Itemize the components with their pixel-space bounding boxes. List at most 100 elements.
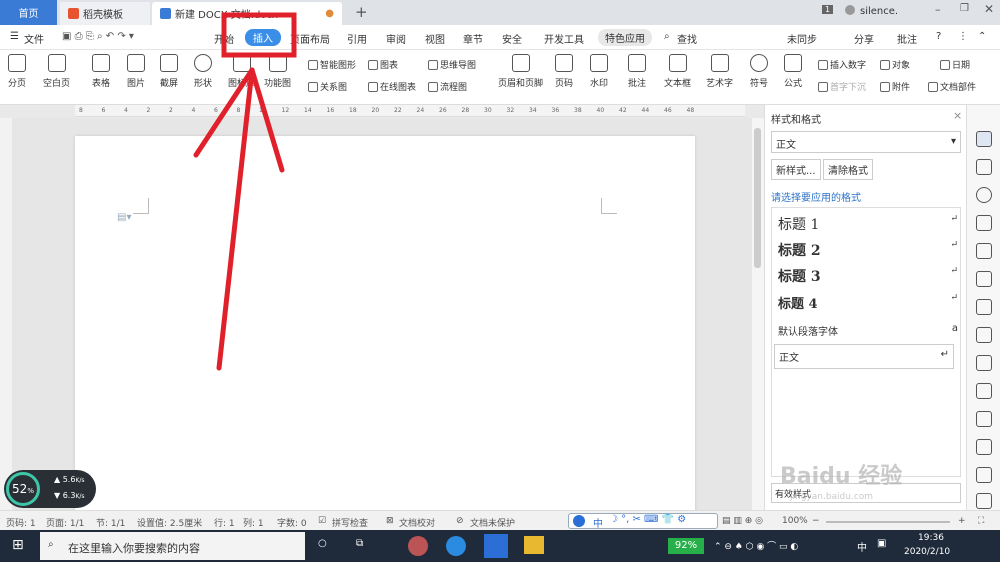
sliders-icon[interactable] bbox=[976, 355, 992, 371]
clear-format-button[interactable]: 清除格式 bbox=[823, 159, 873, 180]
translate-icon[interactable] bbox=[976, 467, 992, 483]
panel-close-icon[interactable]: × bbox=[953, 109, 962, 122]
document-page[interactable]: ▤▾ bbox=[75, 136, 695, 516]
tab-home[interactable]: 首页 bbox=[0, 0, 57, 25]
menu-security[interactable]: 安全 bbox=[502, 31, 522, 46]
menu-file[interactable]: 文件 bbox=[24, 31, 44, 46]
menu-start[interactable]: 开始 bbox=[214, 31, 234, 46]
collapse-icon[interactable]: ⌃ bbox=[978, 31, 986, 42]
menu-chapter[interactable]: 章节 bbox=[463, 31, 483, 46]
style-heading-4[interactable]: 标题 4 ↵ bbox=[778, 293, 958, 312]
paragraph-icon[interactable]: ▤▾ bbox=[117, 212, 131, 223]
share-network-icon[interactable] bbox=[976, 299, 992, 315]
ribbon-chart[interactable]: 图表 bbox=[368, 58, 398, 71]
style-body[interactable]: 正文 ↵ bbox=[774, 344, 954, 369]
browser-icon[interactable] bbox=[446, 536, 466, 556]
status-section[interactable]: 节: 1/1 bbox=[96, 516, 125, 529]
more-icon[interactable]: ⋮ bbox=[958, 31, 968, 42]
scrollbar-thumb[interactable] bbox=[754, 128, 761, 268]
ribbon-blank-page[interactable]: 空白页 bbox=[43, 54, 70, 89]
style-heading-3[interactable]: 标题 3 ↵ bbox=[778, 266, 958, 286]
ribbon-mindmap[interactable]: 思维导图 bbox=[428, 58, 476, 71]
ribbon-drop-cap[interactable]: 首字下沉 bbox=[818, 80, 866, 93]
ribbon-table[interactable]: 表格 bbox=[92, 54, 110, 89]
external-link-icon[interactable] bbox=[976, 439, 992, 455]
menu-comment[interactable]: 批注 bbox=[897, 31, 917, 46]
fullscreen-icon[interactable]: ⛶ bbox=[978, 516, 984, 526]
battery-indicator[interactable]: 92% bbox=[668, 538, 704, 554]
tray-ime-icon[interactable]: ▣ bbox=[877, 538, 886, 549]
picture-frame-icon[interactable] bbox=[976, 411, 992, 427]
search-icon[interactable]: ⌕ bbox=[664, 31, 670, 42]
ribbon-watermark[interactable]: 水印 bbox=[590, 54, 608, 89]
zoom-in-icon[interactable]: + bbox=[958, 516, 966, 526]
ribbon-function-chart[interactable]: 功能图 bbox=[264, 54, 291, 89]
status-words[interactable]: 字数: 0 bbox=[277, 516, 307, 529]
archive-icon[interactable] bbox=[976, 493, 992, 509]
file-explorer-icon[interactable] bbox=[524, 536, 544, 554]
status-page[interactable]: 页码: 1 bbox=[6, 516, 36, 529]
menu-reference[interactable]: 引用 bbox=[347, 31, 367, 46]
apps-icon[interactable] bbox=[976, 243, 992, 259]
zoom-out-icon[interactable]: − bbox=[812, 516, 820, 526]
ribbon-annotation[interactable]: 批注 bbox=[628, 54, 646, 89]
tab-document[interactable]: 新建 DOCX 文档.docx ● bbox=[152, 2, 342, 25]
ribbon-picture[interactable]: 图片 bbox=[127, 54, 145, 89]
hamburger-icon[interactable]: ☰ bbox=[10, 31, 19, 42]
status-col[interactable]: 列: 1 bbox=[243, 516, 264, 529]
ime-toolbar[interactable]: 中 ☽ °, ✂ ⌨ 👕 ⚙ bbox=[568, 513, 718, 530]
select-cursor-icon[interactable] bbox=[976, 159, 992, 175]
layers-icon[interactable] bbox=[976, 271, 992, 287]
style-heading-2[interactable]: 标题 2 ↵ bbox=[778, 240, 958, 260]
close-icon[interactable]: ✕ bbox=[984, 2, 994, 16]
status-proof[interactable]: 文档校对 bbox=[399, 516, 435, 529]
ribbon-date[interactable]: 日期 bbox=[940, 58, 970, 71]
ribbon-textbox[interactable]: 文本框 bbox=[664, 54, 691, 89]
status-setting[interactable]: 设置值: 2.5厘米 bbox=[137, 516, 202, 529]
ribbon-page-number[interactable]: 页码 bbox=[555, 54, 573, 89]
ribbon-symbol[interactable]: 符号 bbox=[750, 54, 768, 89]
ribbon-page-break[interactable]: 分页 bbox=[8, 54, 26, 89]
ribbon-object[interactable]: 对象 bbox=[880, 58, 910, 71]
tab-template[interactable]: 稻壳模板 bbox=[60, 2, 150, 25]
avatar[interactable] bbox=[845, 5, 855, 15]
quick-access-icons[interactable]: ▣ ⎙ ⎘ ⌕ ↶ ↷ ▾ bbox=[62, 31, 134, 42]
ribbon-insert-number[interactable]: 插入数字 bbox=[818, 58, 866, 71]
proof-icon[interactable]: ⊠ bbox=[386, 516, 394, 526]
protect-icon[interactable]: ⊘ bbox=[456, 516, 464, 526]
menu-share[interactable]: 分享 bbox=[854, 31, 874, 46]
minimize-icon[interactable]: – bbox=[935, 3, 941, 16]
new-style-button[interactable]: 新样式... bbox=[771, 159, 821, 180]
tray-lang[interactable]: 中 bbox=[857, 539, 867, 554]
windows-start-icon[interactable]: ⊞ bbox=[12, 537, 24, 553]
ribbon-wordart[interactable]: 艺术字 bbox=[706, 54, 733, 89]
ribbon-screenshot[interactable]: 截屏 bbox=[160, 54, 178, 89]
ribbon-icon-library[interactable]: 图标库 bbox=[228, 54, 255, 89]
ribbon-attachment[interactable]: 附件 bbox=[880, 80, 910, 93]
taskbar-search[interactable]: ⌕ 在这里输入你要搜索的内容 bbox=[40, 532, 305, 560]
status-protect[interactable]: 文档未保护 bbox=[470, 516, 515, 529]
wps-writer-icon[interactable] bbox=[484, 534, 508, 558]
horizontal-ruler[interactable]: 8 6 4 2 2 4 6 8 10 12 14 16 18 20 22 24 26 28 30 32 34 36 38 40… bbox=[75, 105, 745, 117]
menu-special[interactable]: 特色应用 bbox=[598, 29, 652, 46]
tray-date[interactable]: 2020/2/10 bbox=[904, 547, 950, 557]
vertical-ruler[interactable] bbox=[0, 118, 12, 510]
task-view-icon[interactable]: ⧉ bbox=[356, 538, 363, 549]
app-photo-icon[interactable] bbox=[408, 536, 428, 556]
help-icon[interactable]: ? bbox=[936, 31, 941, 42]
new-tab-button[interactable]: + bbox=[355, 3, 368, 21]
style-pen-icon[interactable] bbox=[976, 131, 992, 147]
ribbon-formula[interactable]: 公式 bbox=[784, 54, 802, 89]
menu-insert[interactable]: 插入 bbox=[245, 29, 281, 46]
maximize-icon[interactable]: ❐ bbox=[960, 3, 969, 14]
bar-chart-icon[interactable] bbox=[976, 327, 992, 343]
window-count-badge[interactable]: 1 bbox=[822, 5, 834, 14]
menu-search[interactable]: 查找 bbox=[677, 31, 697, 46]
status-row[interactable]: 行: 1 bbox=[214, 516, 235, 529]
ribbon-shape[interactable]: 形状 bbox=[194, 54, 212, 89]
status-zoom[interactable]: 100% bbox=[782, 516, 808, 526]
location-icon[interactable] bbox=[976, 187, 992, 203]
ribbon-smart-graphic[interactable]: 智能图形 bbox=[308, 58, 356, 71]
ribbon-doc-parts[interactable]: 文档部件 bbox=[928, 80, 976, 93]
vertical-scrollbar[interactable] bbox=[752, 118, 764, 510]
